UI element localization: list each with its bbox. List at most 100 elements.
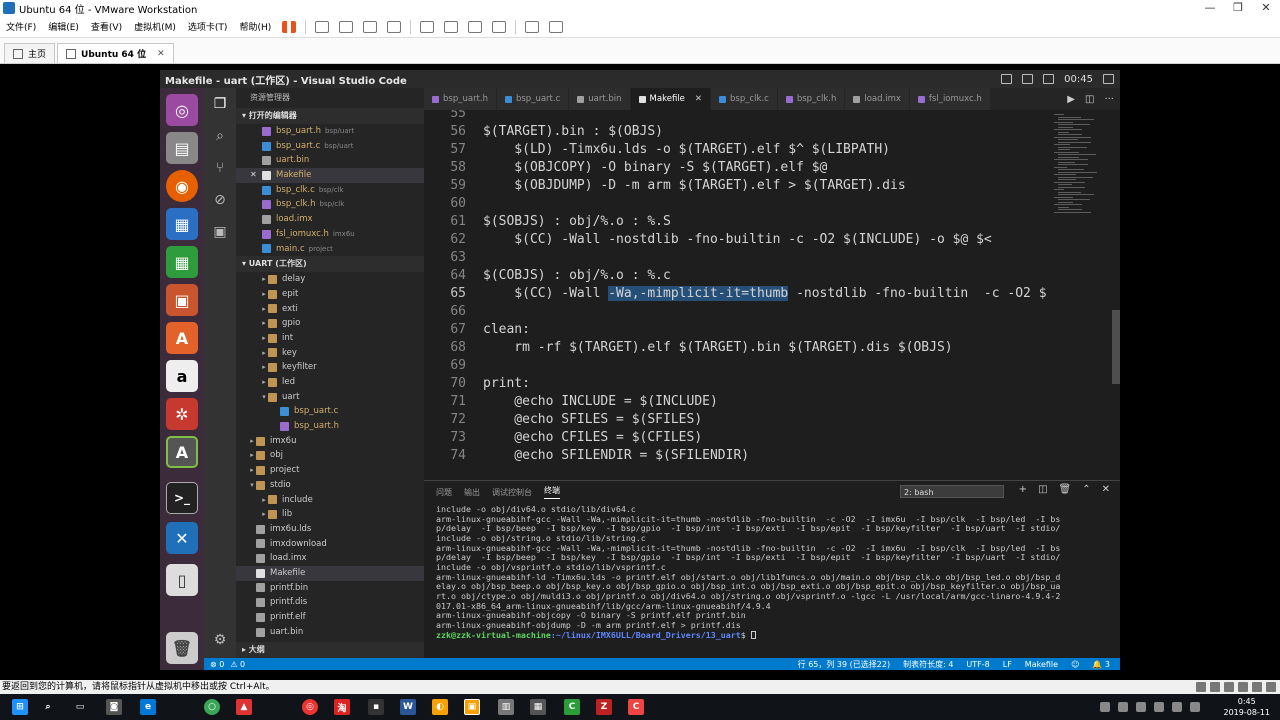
sound-card-icon[interactable]	[1252, 682, 1262, 692]
tab-ubuntu[interactable]: Ubuntu 64 位 ✕	[57, 43, 174, 63]
app-icon[interactable]: 淘	[334, 699, 350, 715]
dash-icon[interactable]: ◎	[166, 94, 198, 126]
tree-folder[interactable]: ▸ exti	[236, 302, 424, 317]
extensions-icon[interactable]: ▣	[212, 224, 228, 240]
editor-tab[interactable]: bsp_uart.h	[424, 88, 497, 110]
task-view-icon[interactable]: ▭	[72, 699, 88, 715]
open-editor-item[interactable]: main.c project	[236, 242, 424, 257]
menu-edit[interactable]: 编辑(E)	[42, 20, 85, 33]
tree-file[interactable]: load.imx	[236, 551, 424, 566]
tree-folder[interactable]: ▸ key	[236, 346, 424, 361]
sound-indicator-icon[interactable]	[1043, 74, 1055, 84]
tab-close-icon[interactable]: ✕	[157, 49, 165, 59]
status-errors[interactable]: ⊗ 0	[210, 660, 224, 669]
source-control-icon[interactable]: ⑂	[212, 160, 228, 176]
close-button[interactable]: ✕	[1252, 0, 1280, 16]
split-editor-icon[interactable]: ◫	[1085, 94, 1094, 105]
tree-file[interactable]: printf.dis	[236, 595, 424, 610]
send-ctrl-alt-del-icon[interactable]	[315, 20, 330, 33]
open-editor-item[interactable]: fsl_iomuxc.h imx6u	[236, 227, 424, 242]
code-line[interactable]: $(COBJS) : obj/%.o : %.c	[483, 268, 671, 283]
files-icon[interactable]: ▤	[166, 132, 198, 164]
tab-close-icon[interactable]: ✕	[695, 94, 702, 104]
open-editor-item[interactable]: bsp_uart.h bsp/uart	[236, 124, 424, 139]
search-icon[interactable]: ⌕	[212, 128, 228, 144]
status-warnings[interactable]: ⚠ 0	[230, 660, 245, 669]
code-line[interactable]: $(SOBJS) : obj/%.o : %.S	[483, 214, 671, 229]
word-icon[interactable]: W	[400, 699, 416, 715]
windows-start-icon[interactable]: ⊞	[12, 699, 28, 715]
power-gear-icon[interactable]	[1103, 74, 1114, 84]
usb-drive-icon[interactable]: ▯	[166, 564, 198, 596]
vmware-taskbar-icon[interactable]: ▣	[464, 699, 480, 715]
editor-tab[interactable]: bsp_clk.c	[711, 88, 778, 110]
network-adapter-icon[interactable]	[1224, 682, 1234, 692]
minimize-button[interactable]: —	[1196, 0, 1224, 16]
tab-home[interactable]: 主页	[4, 43, 56, 63]
tree-folder[interactable]: ▸ project	[236, 463, 424, 478]
code-line[interactable]: @echo SFILES = $(SFILES)	[483, 412, 702, 427]
filezilla-icon[interactable]: Z	[596, 699, 612, 715]
status-language[interactable]: Makefile	[1025, 660, 1058, 669]
tray-icon[interactable]	[1154, 702, 1164, 712]
code-line[interactable]: $(OBJCOPY) -O binary -S $(TARGET).elf $@	[483, 160, 827, 175]
fullscreen-icon[interactable]	[468, 20, 483, 33]
terminal-app-icon[interactable]: ▪	[368, 699, 384, 715]
tree-folder[interactable]: ▸ gpio	[236, 316, 424, 331]
open-editors-header[interactable]: ▾ 打开的编辑器	[236, 108, 424, 124]
menu-help[interactable]: 帮助(H)	[233, 20, 277, 33]
terminal-select[interactable]: 2: bash	[900, 485, 1004, 498]
kill-terminal-icon[interactable]: 🗑	[1059, 484, 1072, 495]
panel-tab[interactable]: 输出	[464, 487, 480, 498]
console-view-icon[interactable]	[525, 20, 540, 33]
code-line[interactable]: $(OBJDUMP) -D -m arm $(TARGET).elf > $(T…	[483, 178, 905, 193]
manage-gear-icon[interactable]: ⚙	[212, 632, 228, 648]
tree-folder[interactable]: ▾ uart	[236, 390, 424, 405]
network-indicator-icon[interactable]	[1022, 74, 1034, 84]
tree-folder[interactable]: ▸ imx6u	[236, 434, 424, 449]
usb-icon[interactable]	[1238, 682, 1248, 692]
editor-tab[interactable]: bsp_uart.c	[496, 88, 570, 110]
vscode-icon[interactable]: ✕	[166, 522, 198, 554]
tree-folder[interactable]: ▾ stdio	[236, 478, 424, 493]
update-manager-icon[interactable]: A	[166, 436, 198, 468]
app-icon[interactable]: ▥	[498, 699, 514, 715]
unity-icon[interactable]	[492, 20, 507, 33]
calculator-icon[interactable]: ▦	[530, 699, 546, 715]
library-icon[interactable]	[420, 20, 435, 33]
new-terminal-icon[interactable]: +	[1019, 484, 1027, 495]
app-icon[interactable]: C	[628, 699, 644, 715]
tree-folder[interactable]: ▸ include	[236, 493, 424, 508]
software-center-icon[interactable]: A	[166, 322, 198, 354]
cdrom-icon[interactable]	[1210, 682, 1220, 692]
code-line[interactable]: $(LD) -Timx6u.lds -o $(TARGET).elf $^ $(…	[483, 142, 890, 157]
keyboard-indicator-icon[interactable]	[1001, 74, 1013, 84]
tray-icon[interactable]	[1190, 702, 1200, 712]
open-editor-item[interactable]: bsp_clk.h bsp/clk	[236, 197, 424, 212]
editor-tab[interactable]: bsp_clk.h	[777, 88, 846, 110]
more-actions-icon[interactable]: ···	[1104, 94, 1114, 105]
debug-icon[interactable]: ⊘	[212, 192, 228, 208]
open-editor-item[interactable]: ✕ Makefile	[236, 168, 424, 183]
panel-tab[interactable]: 终端	[544, 485, 560, 499]
open-editor-item[interactable]: load.imx	[236, 212, 424, 227]
app-icon[interactable]: ▲	[236, 699, 252, 715]
code-line[interactable]: print:	[483, 376, 530, 391]
tree-file[interactable]: imxdownload	[236, 537, 424, 552]
tree-file[interactable]: bsp_uart.h	[236, 419, 424, 434]
tree-folder[interactable]: ▸ delay	[236, 272, 424, 287]
menu-view[interactable]: 查看(V)	[85, 20, 128, 33]
run-icon[interactable]: ▶	[1067, 94, 1075, 105]
terminal-output[interactable]: include -o obj/div64.o stdio/lib/div64.c…	[436, 504, 1108, 640]
tree-file[interactable]: uart.bin	[236, 625, 424, 640]
menu-file[interactable]: 文件(F)	[0, 20, 42, 33]
outline-header[interactable]: ▸ 大纲	[236, 642, 424, 658]
edge-icon[interactable]: e	[140, 699, 156, 715]
tree-folder[interactable]: ▸ led	[236, 375, 424, 390]
code-content[interactable]: $(TARGET).bin : $(OBJS) $(LD) -Timx6u.ld…	[483, 110, 1063, 480]
snapshot-icon[interactable]	[339, 20, 354, 33]
open-editor-item[interactable]: uart.bin	[236, 153, 424, 168]
open-editor-item[interactable]: bsp_uart.c bsp/uart	[236, 139, 424, 154]
editor-tab[interactable]: load.imx	[845, 88, 910, 110]
code-line[interactable]: @echo CFILES = $(CFILES)	[483, 430, 702, 445]
